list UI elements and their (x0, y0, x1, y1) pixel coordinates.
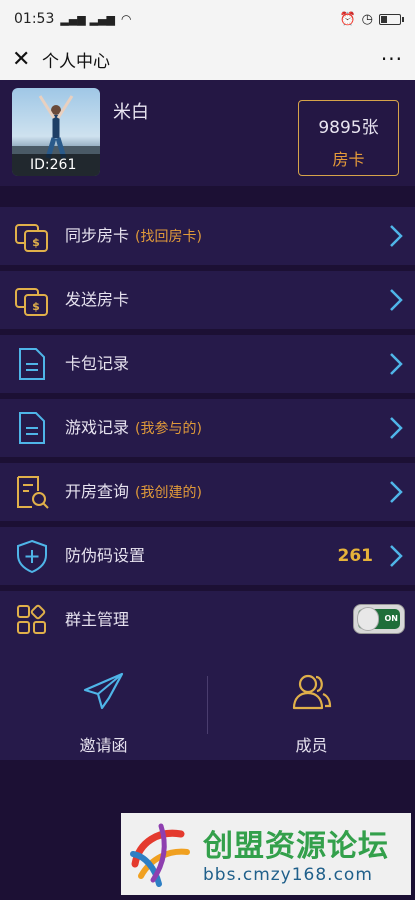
menu-item-label: 同步房卡 (65, 226, 130, 245)
chevron-right-icon (390, 353, 403, 375)
profile-header: ID:261 米白 9895张 房卡 (0, 80, 415, 186)
status-time: 01:53 (14, 11, 55, 27)
user-id: ID:261 (12, 154, 100, 176)
menu-item-anti-fake-code[interactable]: 防伪码设置 261 (0, 527, 415, 585)
menu-item-hint: (找回房卡) (135, 229, 202, 245)
paper-plane-icon (83, 672, 123, 710)
toggle-on-label: ON (384, 614, 399, 623)
status-bar: 01:53 ▂▄▆ ▂▄▆ ◠ ⏰ ◷ (0, 0, 415, 38)
card-count: 9895张 (318, 118, 379, 138)
members-button[interactable]: 成员 (208, 646, 415, 760)
nav-bar: ✕ 个人中心 ··· (0, 38, 415, 80)
forum-logo (130, 823, 190, 887)
username: 米白 (113, 102, 149, 123)
watermark-title: 创盟资源论坛 (203, 829, 389, 864)
chevron-right-icon (390, 545, 403, 567)
search-document-icon (17, 476, 49, 509)
coins-icon: $ (15, 288, 48, 316)
menu-item-sync-cards[interactable]: $ 同步房卡 (找回房卡) (0, 207, 415, 265)
menu-item-room-query[interactable]: 开房查询 (我创建的) (0, 463, 415, 521)
room-card-balance[interactable]: 9895张 房卡 (298, 100, 399, 176)
card-label: 房卡 (332, 150, 365, 169)
members-label: 成员 (295, 736, 328, 755)
watermark-url: bbs.cmzy168.com (203, 865, 373, 885)
menu-item-hint: (我参与的) (135, 421, 202, 437)
menu-list: $ 同步房卡 (找回房卡) $ 发送房卡 卡包记录 游戏记录 (我参与的) 开房… (0, 207, 415, 655)
chevron-right-icon (390, 481, 403, 503)
menu-item-send-cards[interactable]: $ 发送房卡 (0, 271, 415, 329)
menu-item-label: 发送房卡 (65, 290, 130, 309)
menu-item-label: 游戏记录 (65, 418, 130, 437)
chevron-right-icon (390, 289, 403, 311)
menu-item-label: 开房查询 (65, 482, 130, 501)
signal-icon: ▂▄▆ ▂▄▆ (60, 12, 115, 26)
menu-item-card-records[interactable]: 卡包记录 (0, 335, 415, 393)
clock-icon: ◷ (361, 11, 373, 27)
members-icon (292, 674, 331, 710)
group-admin-toggle[interactable]: ON (353, 604, 405, 634)
svg-text:$: $ (32, 300, 40, 313)
invite-button[interactable]: 邀请函 (0, 646, 207, 760)
grid-icon (17, 604, 46, 634)
page-title: 个人中心 (42, 51, 110, 72)
more-options-icon[interactable]: ··· (381, 47, 403, 71)
chevron-right-icon (390, 417, 403, 439)
document-icon (19, 348, 45, 380)
coins-icon: $ (15, 224, 48, 252)
close-icon[interactable]: ✕ (12, 47, 32, 72)
menu-item-game-records[interactable]: 游戏记录 (我参与的) (0, 399, 415, 457)
svg-text:$: $ (32, 236, 40, 249)
bottom-actions: 邀请函 成员 (0, 646, 415, 760)
wifi-icon: ◠ (120, 12, 132, 26)
avatar[interactable]: ID:261 (12, 88, 100, 176)
alarm-icon: ⏰ (339, 11, 356, 27)
watermark: 创盟资源论坛 bbs.cmzy168.com (121, 813, 411, 895)
anti-fake-code-value: 261 (337, 546, 374, 566)
menu-item-label: 防伪码设置 (65, 546, 146, 565)
battery-icon (379, 13, 404, 25)
menu-item-label: 卡包记录 (65, 354, 130, 373)
shield-plus-icon (17, 539, 47, 573)
document-icon (19, 412, 45, 444)
menu-item-group-admin: 群主管理 ON (0, 591, 415, 649)
chevron-right-icon (390, 225, 403, 247)
menu-item-hint: (我创建的) (135, 485, 202, 501)
menu-item-label: 群主管理 (65, 610, 130, 629)
invite-label: 邀请函 (79, 736, 128, 755)
